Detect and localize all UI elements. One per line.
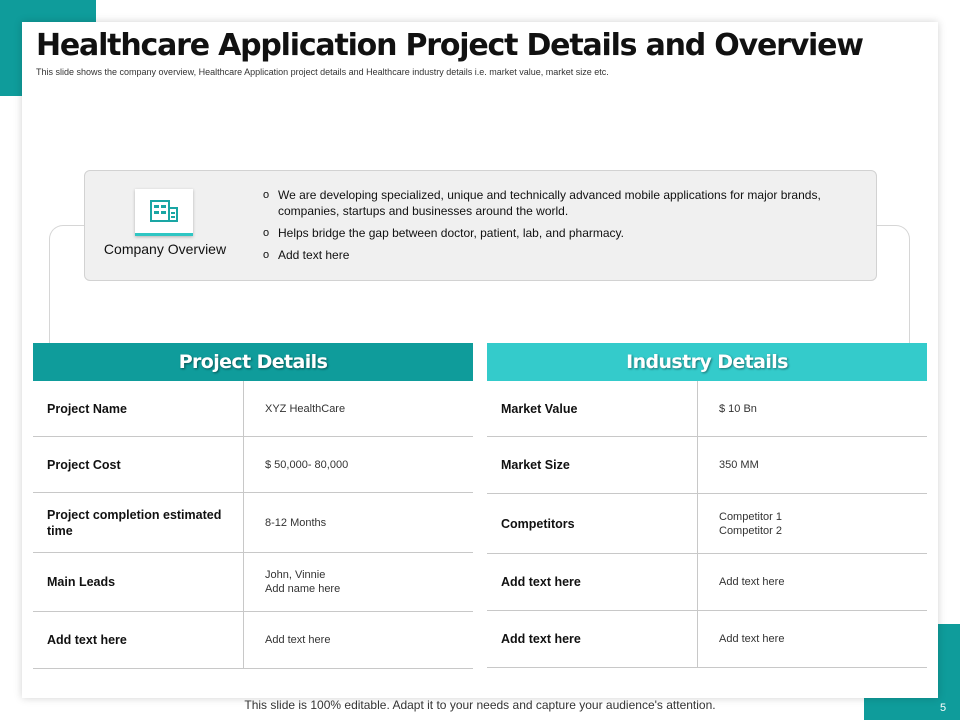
table-row: Project Cost $ 50,000- 80,000 [33,437,473,493]
row-label: Add text here [33,612,244,668]
table-row: Add text here Add text here [487,611,927,668]
row-label: Project completion estimated time [33,493,244,552]
row-label: Market Value [487,381,698,436]
overview-bullet: We are developing specialized, unique an… [263,187,833,219]
industry-details-panel: Industry Details Market Value $ 10 Bn Ma… [487,343,927,668]
value-line: Competitor 1 [719,510,782,523]
project-details-panel: Project Details Project Name XYZ HealthC… [33,343,473,669]
value-line: Add text here [719,576,785,588]
value-line: Add text here [719,633,785,645]
slide-subtitle: This slide shows the company overview, H… [36,67,609,77]
row-label: Add text here [487,554,698,610]
row-value: 8-12 Months [244,493,473,552]
table-row: Market Value $ 10 Bn [487,381,927,437]
company-overview-label: Company Overview [103,241,227,257]
row-value: $ 10 Bn [698,381,927,436]
value-line: $ 50,000- 80,000 [265,458,349,471]
value-line: John, Vinnie [265,569,326,581]
row-value: $ 50,000- 80,000 [244,437,473,492]
value-line: Competitor 2 [719,524,782,537]
table-row: Market Size 350 MM [487,437,927,494]
row-value: Competitor 1 Competitor 2 [698,494,927,553]
company-overview-bullets: We are developing specialized, unique an… [263,187,833,269]
slide-title: Healthcare Application Project Details a… [36,28,864,63]
table-row: Main Leads John, Vinnie Add name here [33,553,473,612]
row-value: 350 MM [698,437,927,493]
overview-bullet: Add text here [263,247,833,263]
table-row: Project completion estimated time 8-12 M… [33,493,473,553]
slide-footer-note: This slide is 100% editable. Adapt it to… [244,698,716,712]
page-number: 5 [939,702,947,714]
industry-details-header: Industry Details [487,343,927,381]
row-label: Project Cost [33,437,244,492]
company-building-icon [135,189,193,236]
row-label: Market Size [487,437,698,493]
value-line: Add text here [265,634,331,646]
row-label: Competitors [487,494,698,553]
row-value: Add text here [244,612,473,668]
value-line: $ 10 Bn [719,402,757,415]
table-row: Competitors Competitor 1 Competitor 2 [487,494,927,554]
row-label: Project Name [33,381,244,436]
value-line: 350 MM [719,459,759,471]
table-row: Add text here Add text here [33,612,473,669]
table-row: Add text here Add text here [487,554,927,611]
row-value: John, Vinnie Add name here [244,553,473,611]
value-line: 8-12 Months [265,516,327,529]
value-line: XYZ HealthCare [265,402,346,415]
value-line: Add name here [265,583,341,595]
row-label: Add text here [487,611,698,667]
row-value: Add text here [698,611,927,667]
overview-bullet: Helps bridge the gap between doctor, pat… [263,225,833,241]
row-value: Add text here [698,554,927,610]
project-details-header: Project Details [33,343,473,381]
table-row: Project Name XYZ HealthCare [33,381,473,437]
company-overview-box: Company Overview We are developing speci… [84,170,877,281]
row-label: Main Leads [33,553,244,611]
row-value: XYZ HealthCare [244,381,473,436]
